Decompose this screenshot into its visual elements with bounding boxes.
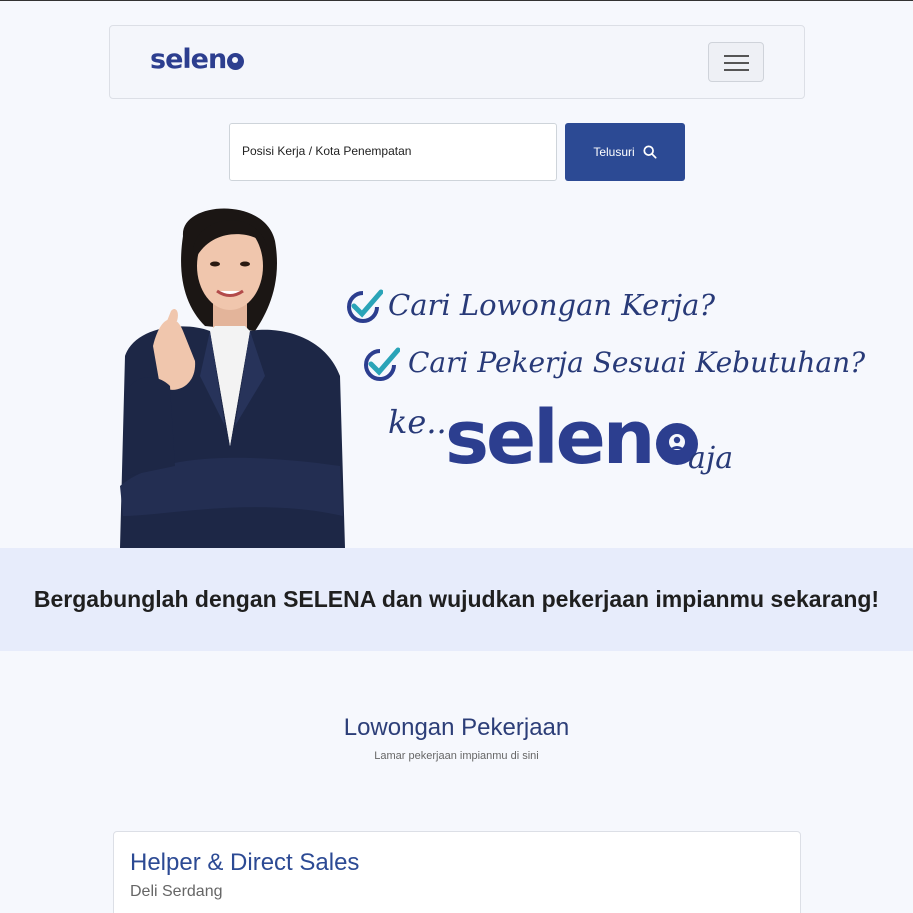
hero-selena-logo: selen: [445, 401, 700, 475]
hamburger-menu-icon: [724, 55, 749, 57]
job-location: Deli Serdang: [130, 883, 223, 900]
hero-section: Cari Lowongan Kerja? Cari Pekerja Sesuai…: [0, 196, 913, 548]
hero-tagline-1: Cari Lowongan Kerja?: [388, 288, 716, 322]
brand-logo-mark: [227, 53, 245, 70]
hamburger-line: [724, 69, 749, 71]
menu-toggle-button[interactable]: [708, 42, 764, 82]
hero-person-image: [120, 208, 345, 548]
brand-logo-text: selen: [150, 44, 227, 75]
search-icon: [643, 145, 657, 159]
hamburger-line: [724, 62, 749, 64]
hero-tagline-2: Cari Pekerja Sesuai Kebutuhan?: [408, 346, 866, 379]
join-banner-text: Bergabunglah dengan SELENA dan wujudkan …: [33, 586, 880, 612]
search-button[interactable]: Telusuri: [565, 123, 685, 181]
check-badge-icon: [347, 289, 383, 323]
search-button-label: Telusuri: [593, 145, 635, 159]
brand-logo[interactable]: selen: [150, 44, 245, 75]
search-input[interactable]: Posisi Kerja / Kota Penempatan: [229, 123, 557, 181]
check-badge-icon: [364, 347, 400, 381]
hero-logo-text: selen: [445, 395, 655, 481]
jobs-section-subtitle: Lamar pekerjaan impianmu di sini: [374, 750, 539, 762]
job-title[interactable]: Helper & Direct Sales: [130, 849, 359, 877]
jobs-section-title: Lowongan Pekerjaan: [343, 714, 570, 741]
job-card[interactable]: Helper & Direct Sales Deli Serdang: [113, 831, 801, 913]
hero-aja-text: aja: [688, 441, 734, 476]
join-banner: Bergabunglah dengan SELENA dan wujudkan …: [0, 548, 913, 651]
navbar: selen: [109, 25, 805, 99]
